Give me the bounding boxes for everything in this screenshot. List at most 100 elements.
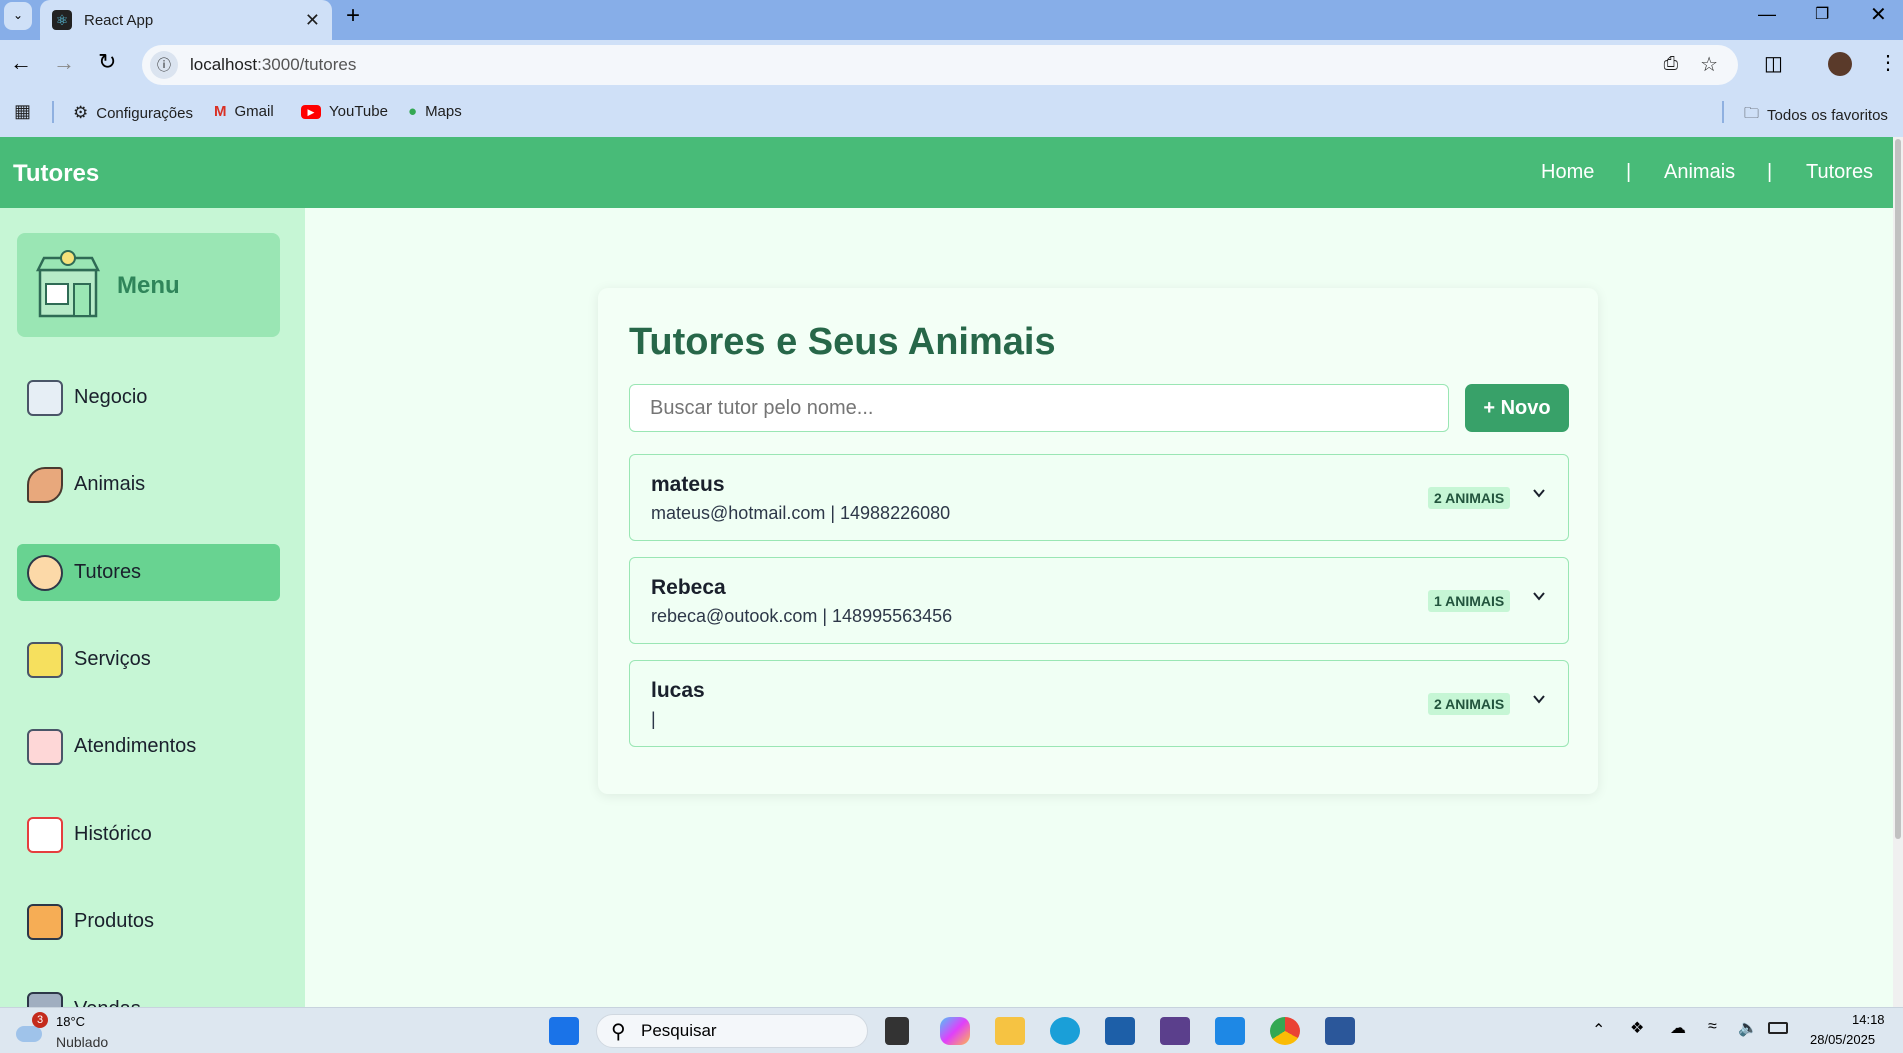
react-logo-icon: ⚛	[52, 10, 72, 30]
folder-icon: 🗀	[1744, 105, 1760, 122]
menu-icon[interactable]: ⋮	[1878, 50, 1898, 75]
url-host: localhost	[190, 55, 258, 74]
task-view-icon[interactable]	[885, 1017, 909, 1045]
windows-start-icon[interactable]	[549, 1017, 579, 1045]
close-tab-icon[interactable]: ✕	[305, 10, 320, 31]
medical-clipboard-icon	[27, 728, 63, 765]
clock-time[interactable]: 14:18	[1852, 1012, 1885, 1027]
sidebar-item-vendas[interactable]: Vendas	[17, 981, 280, 1007]
dropbox-icon[interactable]: ❖	[1630, 1018, 1644, 1038]
tutor-row[interactable]: Rebeca rebeca@outook.com | 148995563456 …	[629, 557, 1569, 644]
tutor-contact: mateus@hotmail.com | 14988226080	[651, 503, 951, 523]
bookmark-youtube[interactable]: ▶ YouTube	[301, 103, 388, 120]
app-header: Tutores Home | Animais | Tutores	[0, 137, 1893, 208]
battery-icon[interactable]	[1768, 1022, 1788, 1034]
onedrive-icon[interactable]: ☁	[1670, 1018, 1686, 1038]
nav-animais[interactable]: Animais	[1664, 161, 1735, 184]
vscode-icon[interactable]	[1215, 1017, 1245, 1045]
file-explorer-icon[interactable]	[995, 1017, 1025, 1045]
weather-desc: Nublado	[56, 1034, 109, 1050]
chevron-down-icon[interactable]	[1532, 589, 1546, 603]
close-window-button[interactable]: ✕	[1870, 2, 1887, 27]
address-bar[interactable]: ⓘ localhost:3000/tutores ⎙ ☆	[142, 45, 1738, 85]
wifi-icon[interactable]: ≈	[1708, 1018, 1717, 1036]
clock-date[interactable]: 28/05/2025	[1810, 1032, 1875, 1047]
sidebar-item-historico[interactable]: Histórico	[17, 806, 280, 863]
bookmarks-bar: ▦ ⚙ Configurações M Gmail ▶ YouTube ● Maps 🗀…	[0, 89, 1903, 137]
bookmark-maps[interactable]: ● Maps	[408, 103, 462, 120]
weather-temp: 18°C	[56, 1014, 86, 1029]
shelf-icon	[27, 903, 63, 940]
all-bookmarks[interactable]: 🗀 Todos os favoritos	[1744, 103, 1888, 128]
search-input[interactable]	[629, 384, 1449, 432]
chrome-icon[interactable]	[1270, 1017, 1300, 1045]
nav-tutores[interactable]: Tutores	[1806, 161, 1873, 184]
divider	[52, 101, 54, 123]
animals-count-badge: 1 ANIMAIS	[1428, 590, 1511, 612]
weather-badge: 3	[32, 1012, 48, 1028]
jw-app-icon[interactable]	[1160, 1017, 1190, 1045]
sidebar-item-produtos[interactable]: Produtos	[17, 893, 280, 950]
bookmark-star-icon[interactable]: ☆	[1700, 52, 1718, 77]
windows-taskbar: 3 18°C Nublado ⚲ Pesquisar ⌃ ❖ ☁ ≈ 🔈 14:…	[0, 1007, 1903, 1053]
tutor-contact: rebeca@outook.com | 148995563456	[651, 606, 953, 626]
chevron-down-icon[interactable]	[1532, 486, 1546, 500]
install-icon[interactable]: ⎙	[1664, 53, 1678, 74]
menu-label: Menu	[117, 272, 180, 299]
tray-chevron-icon[interactable]: ⌃	[1592, 1020, 1605, 1040]
site-info-icon[interactable]: ⓘ	[150, 51, 178, 79]
animals-count-badge: 2 ANIMAIS	[1428, 693, 1511, 715]
browser-toolbar: ← → ↻ ⓘ localhost:3000/tutores ⎙ ☆ ◫ ⋮	[0, 40, 1903, 89]
sidebar-item-atendimentos[interactable]: Atendimentos	[17, 718, 280, 775]
nav-home[interactable]: Home	[1541, 161, 1594, 184]
tutor-name: lucas	[651, 679, 705, 702]
tutor-row[interactable]: mateus mateus@hotmail.com | 14988226080 …	[629, 454, 1569, 541]
chevron-down-icon[interactable]	[1532, 692, 1546, 706]
tutor-name: Rebeca	[651, 576, 726, 599]
tutor-row[interactable]: lucas | 2 ANIMAIS	[629, 660, 1569, 747]
profile-avatar[interactable]	[1828, 52, 1852, 76]
tab-search-button[interactable]: ⌄	[4, 2, 32, 30]
dog-icon	[27, 466, 63, 503]
back-icon[interactable]: ←	[10, 50, 32, 76]
volume-icon[interactable]: 🔈	[1738, 1018, 1758, 1038]
new-tab-button[interactable]: +	[346, 2, 360, 30]
weather-widget[interactable]: 3 18°C Nublado	[14, 1012, 134, 1052]
register-icon	[27, 991, 63, 1007]
minimize-button[interactable]: —	[1758, 4, 1776, 25]
tab-title: React App	[84, 11, 154, 29]
maps-pin-icon: ●	[408, 103, 418, 120]
page-scrollbar[interactable]	[1893, 137, 1903, 1007]
new-tutor-button[interactable]: + Novo	[1465, 384, 1569, 432]
gear-icon: ⚙	[73, 103, 89, 122]
gmail-icon: M	[214, 103, 227, 120]
browser-tab-bar: ⌄ ⚛ React App ✕ + — ❐ ✕	[0, 0, 1903, 40]
sidebar-item-negocio[interactable]: Negocio	[17, 369, 280, 426]
edge-icon[interactable]	[1050, 1017, 1080, 1045]
bookmark-configuracoes[interactable]: ⚙ Configurações	[73, 103, 193, 123]
menu-header: Menu	[17, 233, 280, 337]
browser-tab[interactable]: ⚛ React App ✕	[40, 0, 332, 40]
extensions-icon[interactable]: ◫	[1764, 51, 1783, 76]
restore-button[interactable]: ❐	[1815, 4, 1829, 24]
reload-icon[interactable]: ↻	[98, 49, 116, 75]
sidebar-item-animais[interactable]: Animais	[17, 456, 280, 513]
sidebar-item-tutores[interactable]: Tutores	[17, 544, 280, 601]
business-icon	[27, 379, 63, 416]
clipboard-icon	[27, 641, 63, 678]
forward-icon[interactable]: →	[53, 50, 75, 76]
store-icon[interactable]	[1105, 1017, 1135, 1045]
tutor-name: mateus	[651, 473, 725, 496]
header-title: Tutores	[13, 160, 100, 187]
apps-grid-icon[interactable]: ▦	[14, 101, 31, 122]
youtube-icon: ▶	[301, 104, 321, 119]
petshop-store-icon	[35, 250, 101, 318]
sidebar-item-servicos[interactable]: Serviços	[17, 631, 280, 688]
word-icon[interactable]	[1325, 1017, 1355, 1045]
nav-separator: |	[1767, 161, 1773, 183]
bookmark-gmail[interactable]: M Gmail	[214, 103, 274, 120]
url-path: :3000/tutores	[257, 55, 357, 74]
copilot-icon[interactable]	[940, 1017, 970, 1045]
taskbar-search[interactable]: ⚲ Pesquisar	[596, 1014, 868, 1048]
nav-separator: |	[1626, 161, 1632, 183]
